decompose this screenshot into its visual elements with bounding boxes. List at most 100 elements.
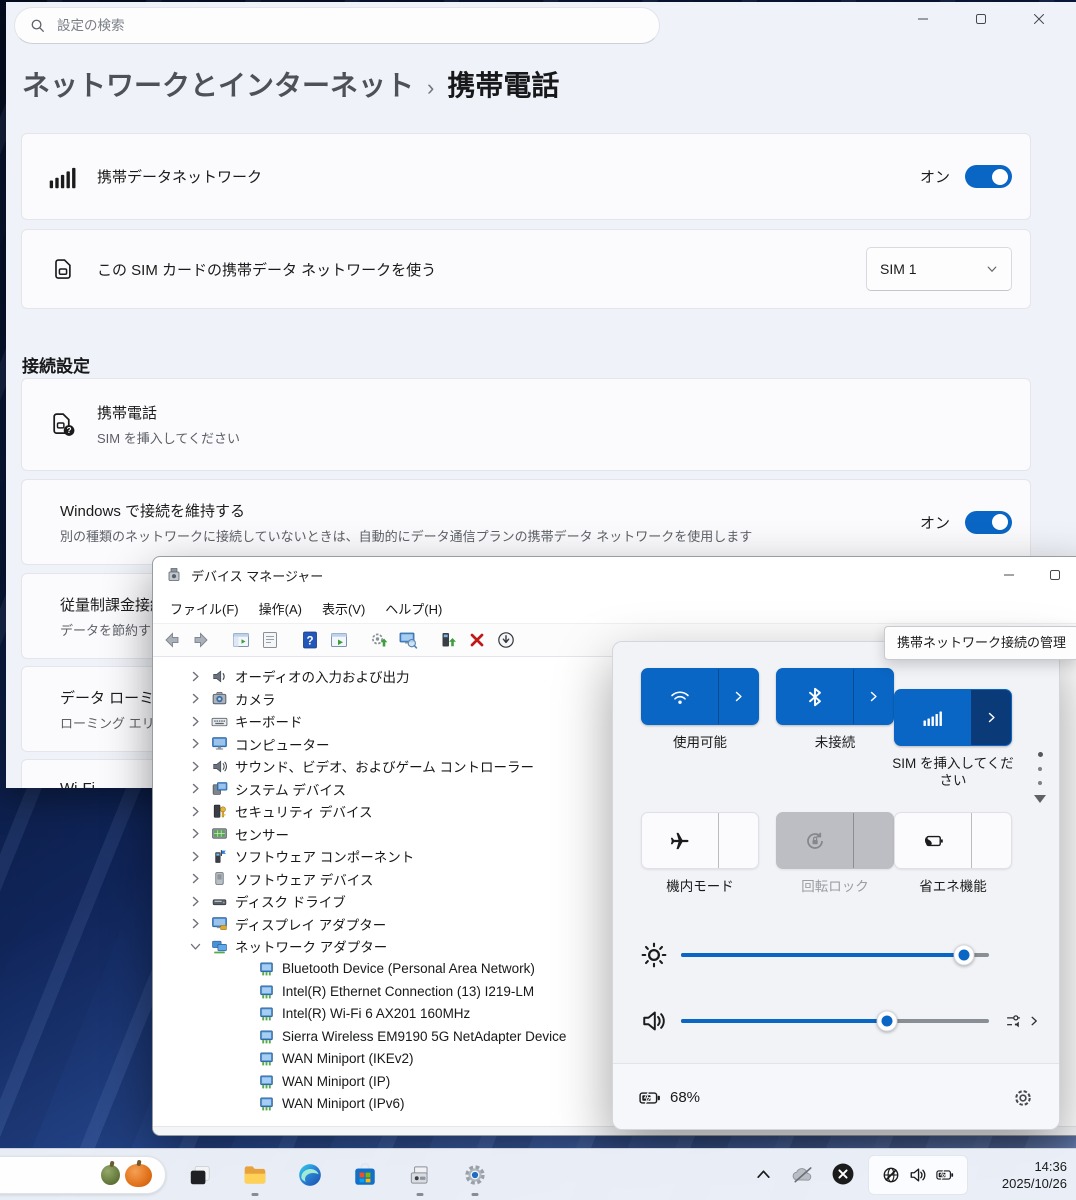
expand-chevron-icon[interactable] [236, 1007, 249, 1020]
expand-chevron-icon[interactable] [236, 1052, 249, 1065]
window-control-button[interactable] [986, 557, 1032, 593]
expand-chevron-icon[interactable] [189, 782, 202, 795]
taskbar-app-button[interactable] [396, 1151, 444, 1199]
quick-setting-tile[interactable] [641, 812, 759, 869]
taskbar-app-button[interactable] [176, 1151, 224, 1199]
window-control-button[interactable] [1010, 2, 1068, 36]
device-manager-window-controls [986, 557, 1076, 593]
tile-expand-chevron-icon[interactable] [971, 690, 1011, 745]
menu-item[interactable]: ファイル(F) [160, 595, 249, 622]
toolbar-button[interactable] [434, 627, 461, 653]
window-control-button[interactable] [1032, 557, 1076, 593]
tile-expand-chevron-icon[interactable] [718, 813, 758, 868]
device-manager-titlebar[interactable]: デバイス マネージャー [153, 557, 1076, 593]
expand-chevron-icon[interactable] [236, 1075, 249, 1088]
volume-slider[interactable] [681, 1009, 989, 1033]
quick-setting-tile[interactable] [894, 689, 1012, 746]
device-type-icon [211, 690, 228, 707]
toolbar-button[interactable] [365, 627, 392, 653]
cellular-status-card[interactable]: ? 携帯電話 SIM を挿入してください [21, 378, 1031, 471]
expand-chevron-icon[interactable] [189, 827, 202, 840]
quick-setting-tile[interactable] [776, 668, 894, 725]
cellular-data-label: 携帯データネットワーク [97, 166, 262, 187]
device-type-icon [211, 668, 228, 685]
expand-chevron-icon[interactable] [189, 805, 202, 818]
toolbar-button[interactable] [463, 627, 490, 653]
expand-chevron-icon[interactable] [189, 940, 202, 953]
menu-item[interactable]: 表示(V) [312, 595, 375, 622]
expand-chevron-icon[interactable] [236, 1097, 249, 1110]
battery-status[interactable]: 68% [639, 1087, 700, 1109]
toolbar-button[interactable] [158, 627, 185, 653]
tray-chevron-up-icon[interactable] [755, 1166, 772, 1183]
tooltip: 携帯ネットワーク接続の管理 [884, 626, 1076, 660]
window-control-button[interactable] [952, 2, 1010, 36]
tile-expand-chevron-icon[interactable] [853, 813, 893, 868]
device-type-icon [211, 848, 228, 865]
toolbar-button[interactable] [227, 627, 254, 653]
page-dot[interactable] [1038, 752, 1043, 757]
taskbar-clock[interactable]: 14:36 2025/10/26 [1002, 1158, 1067, 1192]
expand-chevron-icon[interactable] [189, 737, 202, 750]
quick-setting-tile[interactable] [894, 812, 1012, 869]
slider-thumb[interactable] [877, 1011, 898, 1032]
toolbar-button[interactable] [354, 627, 363, 653]
brightness-slider[interactable] [681, 943, 989, 967]
toolbar-icon [467, 630, 487, 650]
taskbar-search-box[interactable] [0, 1156, 166, 1194]
expand-down-icon[interactable] [1034, 795, 1046, 803]
expand-chevron-icon[interactable] [236, 1030, 249, 1043]
toolbar-button[interactable] [492, 627, 519, 653]
tile-expand-chevron-icon[interactable] [718, 669, 758, 724]
taskbar-app-button[interactable] [286, 1151, 334, 1199]
expand-chevron-icon[interactable] [236, 962, 249, 975]
quick-setting-label: 未接続 [770, 734, 900, 770]
audio-output-selector[interactable] [1005, 1013, 1040, 1030]
quick-setting-tile[interactable] [641, 668, 759, 725]
tray-status-icon [882, 1166, 900, 1184]
cellular-data-toggle[interactable] [965, 165, 1012, 188]
expand-chevron-icon[interactable] [189, 760, 202, 773]
settings-gear-icon[interactable] [1013, 1088, 1033, 1108]
breadcrumb-parent[interactable]: ネットワークとインターネット [22, 64, 414, 104]
tile-expand-chevron-icon[interactable] [853, 669, 893, 724]
taskbar-app-button[interactable] [341, 1151, 389, 1199]
system-tray-indicators[interactable] [868, 1155, 968, 1195]
expand-chevron-icon[interactable] [236, 985, 249, 998]
quick-setting-tile[interactable] [776, 812, 894, 869]
onedrive-cloud-offline-icon[interactable] [791, 1165, 815, 1184]
quick-settings-grid: 使用可能 未接続 [613, 642, 1059, 914]
app-icon [187, 1162, 213, 1188]
search-input[interactable] [57, 18, 644, 33]
toolbar-button[interactable] [285, 627, 294, 653]
expand-chevron-icon[interactable] [189, 917, 202, 930]
toolbar-button[interactable] [423, 627, 432, 653]
tile-expand-chevron-icon[interactable] [971, 813, 1011, 868]
expand-chevron-icon[interactable] [189, 850, 202, 863]
expand-chevron-icon[interactable] [189, 895, 202, 908]
sim-select-dropdown[interactable]: SIM 1 [866, 247, 1012, 291]
sim-select-value: SIM 1 [880, 261, 917, 277]
expand-chevron-icon[interactable] [189, 715, 202, 728]
menu-item[interactable]: 操作(A) [249, 595, 312, 622]
window-control-button[interactable] [894, 2, 952, 36]
expand-chevron-icon[interactable] [189, 872, 202, 885]
expand-chevron-icon[interactable] [189, 692, 202, 705]
page-dot[interactable] [1038, 767, 1042, 771]
toolbar-button[interactable]: ? [296, 627, 323, 653]
taskbar-app-button[interactable] [451, 1151, 499, 1199]
toggle-state-label: オン [920, 166, 950, 187]
close-badge-icon[interactable] [832, 1163, 854, 1185]
keep-connected-toggle[interactable] [965, 511, 1012, 534]
toolbar-button[interactable] [216, 627, 225, 653]
taskbar-app-button[interactable] [231, 1151, 279, 1199]
page-indicator[interactable] [1034, 752, 1046, 803]
device-type-icon [258, 1005, 275, 1022]
menu-item[interactable]: ヘルプ(H) [375, 595, 452, 622]
expand-chevron-icon[interactable] [189, 670, 202, 683]
slider-thumb[interactable] [954, 945, 975, 966]
settings-search-box[interactable] [14, 7, 660, 44]
page-dot[interactable] [1038, 781, 1042, 785]
sim-question-icon: ? [49, 412, 77, 438]
app-icon [462, 1162, 488, 1188]
